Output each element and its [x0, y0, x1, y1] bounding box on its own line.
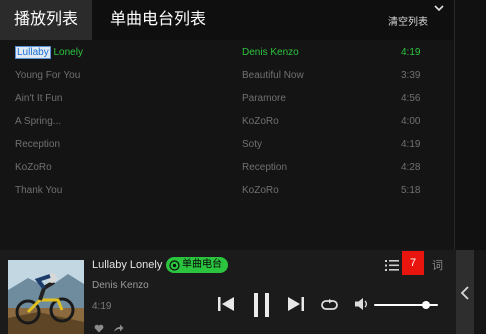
- track-row-playing[interactable]: Lullaby Lonely Denis Kenzo 4:19: [0, 42, 454, 65]
- track-title: Young For You: [15, 70, 81, 81]
- tab-radio-list[interactable]: 单曲电台列表: [110, 0, 206, 40]
- track-title: Ain't It Fun: [15, 93, 63, 104]
- track-row[interactable]: A Spring... KoZoRo 4:00: [0, 111, 454, 134]
- track-row[interactable]: Young For You Beautiful Now 3:39: [0, 65, 454, 88]
- radio-badge-label: 单曲电台: [182, 259, 222, 270]
- track-title: Reception: [15, 139, 61, 150]
- side-panel-toggle[interactable]: [456, 250, 474, 334]
- volume-knob[interactable]: [422, 301, 431, 309]
- track-duration: 4:00: [401, 116, 421, 127]
- track-title: Lullaby Lonely: [15, 46, 83, 59]
- track-duration: 4:19: [401, 139, 421, 150]
- track-artist: Beautiful Now: [242, 70, 304, 81]
- track-artist: Denis Kenzo: [242, 47, 299, 58]
- track-artist: Soty: [242, 139, 263, 150]
- chevron-left-icon: [460, 286, 469, 300]
- now-playing-artist: Denis Kenzo: [92, 280, 149, 291]
- playlist-icon[interactable]: [385, 258, 399, 276]
- track-row[interactable]: Thank You KoZoRo 5:18: [0, 180, 454, 203]
- clear-list-button[interactable]: 清空列表: [388, 13, 428, 28]
- player-bar: Lullaby Lonely 单曲电台 Denis Kenzo 4:19 7 词: [0, 250, 456, 334]
- track-row[interactable]: Ain't It Fun Paramore 4:56: [0, 88, 454, 111]
- tab-playlist[interactable]: 播放列表: [0, 0, 92, 40]
- track-artist: Reception: [242, 162, 288, 173]
- track-list: Lullaby Lonely Denis Kenzo 4:19 Young Fo…: [0, 42, 454, 203]
- pause-icon[interactable]: [252, 292, 272, 323]
- lyrics-button[interactable]: 词: [432, 257, 443, 273]
- track-duration: 4:28: [401, 162, 421, 173]
- search-highlight: Lullaby: [15, 46, 51, 59]
- repeat-icon[interactable]: [320, 298, 340, 316]
- previous-icon[interactable]: [217, 296, 235, 317]
- now-playing-time: 4:19: [92, 301, 112, 312]
- share-icon[interactable]: [113, 320, 124, 334]
- now-playing-title: Lullaby Lonely: [92, 259, 163, 271]
- track-title: Thank You: [15, 185, 63, 196]
- track-title: KoZoRo: [15, 162, 52, 173]
- track-title: A Spring...: [15, 116, 62, 127]
- right-strip: [454, 0, 486, 250]
- track-duration: 3:39: [401, 70, 421, 81]
- track-row[interactable]: KoZoRo Reception 4:28: [0, 157, 454, 180]
- track-duration: 5:18: [401, 185, 421, 196]
- radio-badge[interactable]: 单曲电台: [166, 257, 228, 273]
- track-duration: 4:56: [401, 93, 421, 104]
- track-duration: 4:19: [401, 47, 421, 58]
- chevron-down-icon[interactable]: [432, 2, 446, 14]
- next-icon[interactable]: [287, 296, 305, 317]
- volume-icon[interactable]: [354, 297, 370, 316]
- track-artist: KoZoRo: [242, 116, 279, 127]
- window-edge: [474, 250, 486, 334]
- album-cover[interactable]: [8, 260, 84, 334]
- radio-icon: [169, 259, 180, 271]
- tab-bar: 播放列表 单曲电台列表 清空列表: [0, 0, 454, 40]
- track-artist: KoZoRo: [242, 185, 279, 196]
- track-row[interactable]: Reception Soty 4:19: [0, 134, 454, 157]
- track-artist: Paramore: [242, 93, 286, 104]
- heart-icon[interactable]: [94, 320, 104, 334]
- queue-count-badge[interactable]: 7: [402, 251, 424, 275]
